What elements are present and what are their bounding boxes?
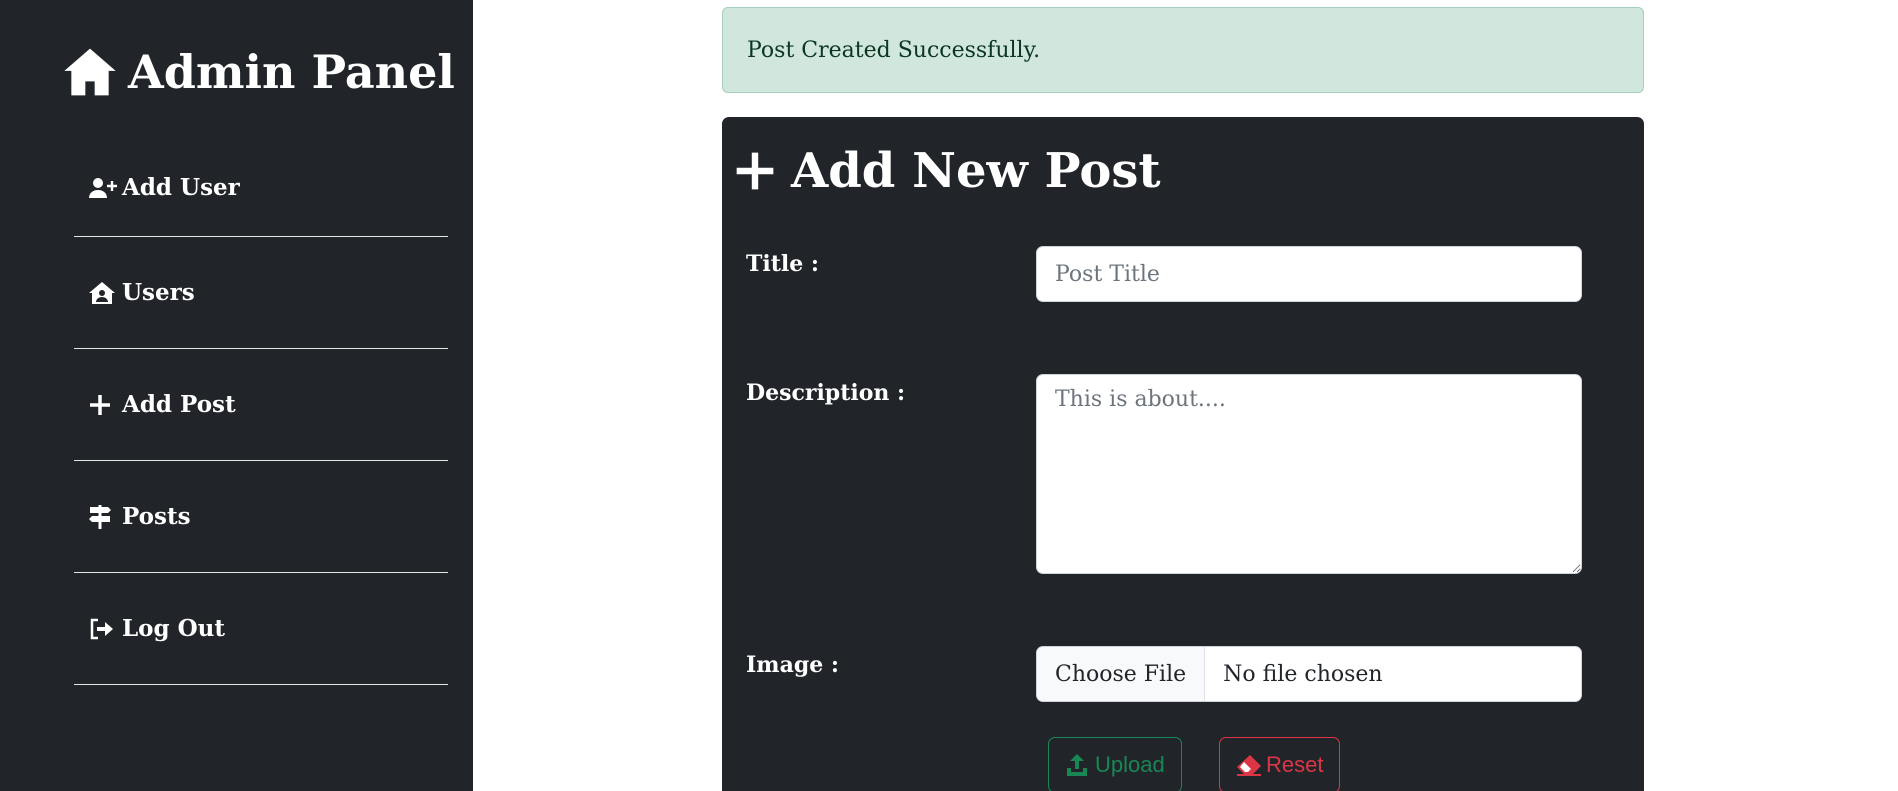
title-label: Title : [746, 251, 820, 277]
brand-title: Admin Panel [128, 45, 455, 99]
brand[interactable]: Admin Panel [62, 40, 455, 104]
file-name-text: No file chosen [1223, 661, 1383, 687]
sidebar: Admin Panel Add User Users Add Post Post… [0, 0, 473, 791]
sidebar-item-label: Users [122, 279, 195, 306]
logout-icon [88, 615, 118, 643]
reset-button[interactable]: Reset [1219, 737, 1341, 791]
title-input[interactable] [1036, 246, 1582, 302]
sidebar-item-posts[interactable]: Posts [74, 461, 448, 573]
upload-button[interactable]: Upload [1048, 737, 1182, 791]
sidebar-item-label: Log Out [122, 615, 225, 642]
description-textarea[interactable] [1036, 374, 1582, 574]
upload-icon [1065, 753, 1091, 777]
sidebar-item-users[interactable]: Users [74, 237, 448, 349]
page-title: Add New Post [733, 139, 1161, 203]
image-file-input[interactable]: Choose File No file chosen [1036, 646, 1582, 702]
sidebar-nav: Add User Users Add Post Posts Log Out [74, 140, 448, 685]
plus-icon [733, 149, 777, 193]
page-title-text: Add New Post [791, 143, 1161, 199]
reset-label: Reset [1266, 752, 1324, 777]
choose-file-button[interactable]: Choose File [1037, 647, 1206, 701]
sidebar-item-label: Add User [122, 174, 240, 201]
eraser-icon [1236, 753, 1262, 777]
add-post-card: Add New Post Title : Description : Image… [722, 117, 1644, 791]
upload-label: Upload [1095, 752, 1165, 777]
sidebar-item-logout[interactable]: Log Out [74, 573, 448, 685]
success-alert: Post Created Successfully. [722, 7, 1644, 93]
sidebar-item-add-user[interactable]: Add User [74, 140, 448, 237]
plus-icon [88, 391, 118, 419]
sidebar-item-label: Add Post [122, 391, 236, 418]
signs-post-icon [88, 503, 118, 531]
alert-message: Post Created Successfully. [747, 37, 1041, 63]
house-user-icon [88, 279, 118, 307]
home-icon [62, 44, 118, 100]
sidebar-item-label: Posts [122, 503, 191, 530]
sidebar-item-add-post[interactable]: Add Post [74, 349, 448, 461]
image-label: Image : [746, 652, 839, 678]
description-label: Description : [746, 380, 906, 406]
user-plus-icon [88, 174, 118, 202]
